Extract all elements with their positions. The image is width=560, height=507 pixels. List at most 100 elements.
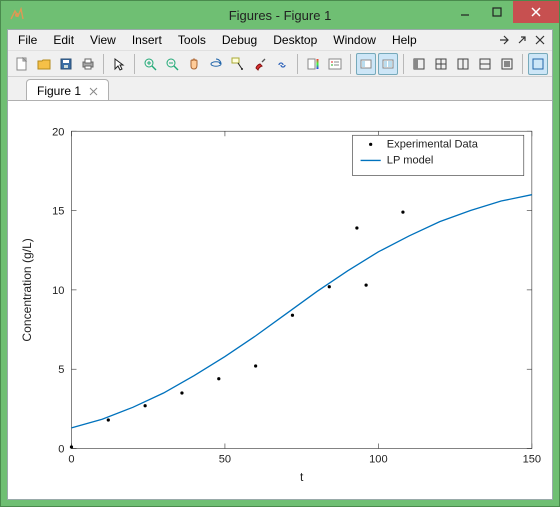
axes[interactable]: 05010015005101520tConcentration (g/L)Exp… — [8, 101, 552, 499]
undock-button[interactable] — [514, 32, 530, 48]
matlab-logo-icon — [9, 7, 25, 23]
tab-close-button[interactable] — [87, 85, 100, 98]
tile-grid-icon — [500, 57, 514, 71]
pan-button[interactable] — [184, 53, 204, 75]
figure-tabstrip: Figure 1 — [8, 77, 552, 100]
toolbar-separator — [350, 54, 351, 74]
menu-insert[interactable]: Insert — [126, 31, 168, 49]
y-axis-label: Concentration (g/L) — [20, 238, 34, 341]
data-cursor-icon — [231, 57, 245, 71]
open-figure-button[interactable] — [34, 53, 54, 75]
axes-box — [71, 131, 531, 448]
data-point — [107, 418, 110, 421]
dock-close-button[interactable] — [532, 32, 548, 48]
toolbar-separator — [403, 54, 404, 74]
arrow-cursor-icon — [112, 57, 126, 71]
tile-v-button[interactable] — [475, 53, 495, 75]
float-button[interactable] — [409, 53, 429, 75]
dock-arrow-icon — [498, 34, 510, 46]
zoom-in-button[interactable] — [140, 53, 160, 75]
insert-legend-button[interactable] — [325, 53, 345, 75]
y-tick-label: 20 — [52, 126, 64, 138]
toolbar-separator — [134, 54, 135, 74]
menu-file[interactable]: File — [12, 31, 43, 49]
save-figure-button[interactable] — [56, 53, 76, 75]
link-plots-button[interactable] — [272, 53, 292, 75]
data-cursor-button[interactable] — [228, 53, 248, 75]
tile-icon — [434, 57, 448, 71]
data-point — [365, 284, 368, 287]
toolbar — [8, 51, 552, 78]
insert-legend-icon — [328, 57, 342, 71]
data-point — [70, 445, 73, 448]
hide-plot-tools-button[interactable] — [356, 53, 376, 75]
close-button[interactable] — [513, 1, 559, 23]
minimize-button[interactable] — [449, 1, 481, 23]
window-title: Figures - Figure 1 — [229, 8, 332, 23]
brush-button[interactable] — [250, 53, 270, 75]
pan-hand-icon — [187, 57, 201, 71]
hide-plot-tools-icon — [359, 57, 373, 71]
menu-edit[interactable]: Edit — [47, 31, 80, 49]
data-point — [180, 391, 183, 394]
menu-tools[interactable]: Tools — [172, 31, 212, 49]
y-tick-label: 10 — [52, 285, 64, 297]
brush-icon — [253, 57, 267, 71]
tile-h-button[interactable] — [453, 53, 473, 75]
data-point — [217, 377, 220, 380]
tab-label: Figure 1 — [37, 84, 81, 98]
print-button[interactable] — [78, 53, 98, 75]
zoom-in-icon — [143, 57, 157, 71]
zoom-out-icon — [165, 57, 179, 71]
maximize-figure-icon — [531, 57, 545, 71]
x-icon — [534, 34, 546, 46]
x-tick-label: 100 — [369, 454, 387, 466]
toolbar-separator — [522, 54, 523, 74]
window-controls — [449, 1, 559, 23]
title-bar: Figures - Figure 1 — [1, 1, 559, 29]
edit-plot-button[interactable] — [109, 53, 129, 75]
print-icon — [81, 57, 95, 71]
data-point — [401, 211, 404, 214]
menu-desktop[interactable]: Desktop — [267, 31, 323, 49]
menu-debug[interactable]: Debug — [216, 31, 263, 49]
tile-button[interactable] — [431, 53, 451, 75]
link-plots-icon — [275, 57, 289, 71]
dock-minimize-button[interactable] — [496, 32, 512, 48]
toolbar-separator — [103, 54, 104, 74]
x-tick-label: 50 — [219, 454, 231, 466]
maximize-figure-button[interactable] — [528, 53, 548, 75]
x-axis-label: t — [300, 470, 304, 484]
series-line-lp-model — [71, 195, 531, 428]
data-point — [355, 226, 358, 229]
y-tick-label: 0 — [58, 444, 64, 456]
y-tick-label: 15 — [52, 206, 64, 218]
menu-bar: File Edit View Insert Tools Debug Deskto… — [8, 30, 552, 51]
colorbar-icon — [306, 57, 320, 71]
menu-window[interactable]: Window — [327, 31, 382, 49]
legend-entry-label: Experimental Data — [387, 138, 479, 150]
x-tick-label: 150 — [523, 454, 541, 466]
rotate-3d-button[interactable] — [206, 53, 226, 75]
tile-h-icon — [456, 57, 470, 71]
show-plot-tools-icon — [381, 57, 395, 71]
plot-panel: 05010015005101520tConcentration (g/L)Exp… — [8, 100, 552, 499]
new-figure-button[interactable] — [12, 53, 32, 75]
maximize-button[interactable] — [481, 1, 513, 23]
minimize-icon — [460, 7, 470, 17]
data-point — [328, 285, 331, 288]
undock-arrow-icon — [516, 34, 528, 46]
tab-figure-1[interactable]: Figure 1 — [26, 79, 109, 100]
menu-help[interactable]: Help — [386, 31, 423, 49]
menu-view[interactable]: View — [84, 31, 122, 49]
legend-entry-label: LP model — [387, 155, 434, 167]
tile-grid-button[interactable] — [497, 53, 517, 75]
float-left-icon — [412, 57, 426, 71]
open-folder-icon — [37, 57, 51, 71]
close-icon — [530, 6, 542, 18]
zoom-out-button[interactable] — [162, 53, 182, 75]
data-point — [144, 404, 147, 407]
show-plot-tools-button[interactable] — [378, 53, 398, 75]
insert-colorbar-button[interactable] — [303, 53, 323, 75]
x-tick-label: 0 — [68, 454, 74, 466]
